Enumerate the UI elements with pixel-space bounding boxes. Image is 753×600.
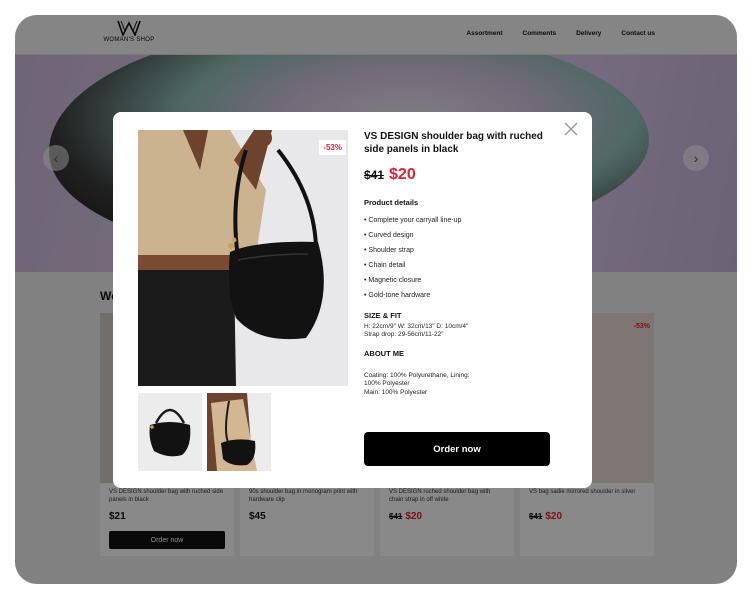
about-heading: ABOUT ME (364, 348, 404, 358)
model-with-bag-illustration (138, 130, 348, 386)
discount-badge: -53% (319, 140, 346, 155)
detail-item: • Chain detail (364, 262, 406, 269)
product-info: VS DESIGN shoulder bag with ruched side … (364, 130, 564, 397)
thumbnail-2[interactable] (207, 393, 271, 471)
detail-item: • Magnetic closure (364, 277, 422, 284)
product-main-photo[interactable]: -53% (138, 130, 348, 386)
browser-frame: WOMAN'S SHOP Assortment Comments Deliver… (15, 15, 737, 584)
bag-thumbnail-image (138, 393, 202, 471)
size-fit-text: H: 22cm/9" W: 32cm/13" D: 10cm/4" Strap … (364, 323, 564, 340)
size-fit-heading: SIZE & FIT (364, 311, 402, 320)
order-now-button[interactable]: Order now (364, 432, 550, 466)
product-details-list: • Complete your carryall line-up • Curve… (364, 213, 564, 303)
about-line: Main: 100% Polyester (364, 388, 428, 396)
detail-item: • Gold-tone hardware (364, 292, 431, 299)
thumbnail-1[interactable] (138, 393, 202, 471)
detail-item: • Complete your carryall line-up (364, 217, 462, 224)
strap-drop: Strap drop: 29-56cm/11-22" (364, 331, 444, 339)
size-dimensions: H: 22cm/9" W: 32cm/13" D: 10cm/4" (364, 323, 469, 330)
about-line: Coating: 100% Polyurethane, Lining: (364, 371, 470, 379)
product-modal: -53% VS DESIGN shoulder bag with ruched … (113, 112, 592, 488)
product-title: VS DESIGN shoulder bag with ruched side … (364, 131, 543, 155)
detail-item: • Curved design (364, 232, 414, 239)
model-thumbnail-image (207, 393, 271, 471)
product-details-heading: Product details (364, 198, 419, 207)
new-price: $20 (389, 166, 416, 183)
old-price: $41 (364, 168, 385, 182)
close-icon[interactable] (563, 121, 579, 137)
about-text: Coating: 100% Polyurethane, Lining: 100%… (364, 372, 564, 397)
price-row: $41 $20 (364, 166, 564, 184)
detail-item: • Shoulder strap (364, 247, 414, 254)
about-line: 100% Polyester (364, 380, 410, 388)
